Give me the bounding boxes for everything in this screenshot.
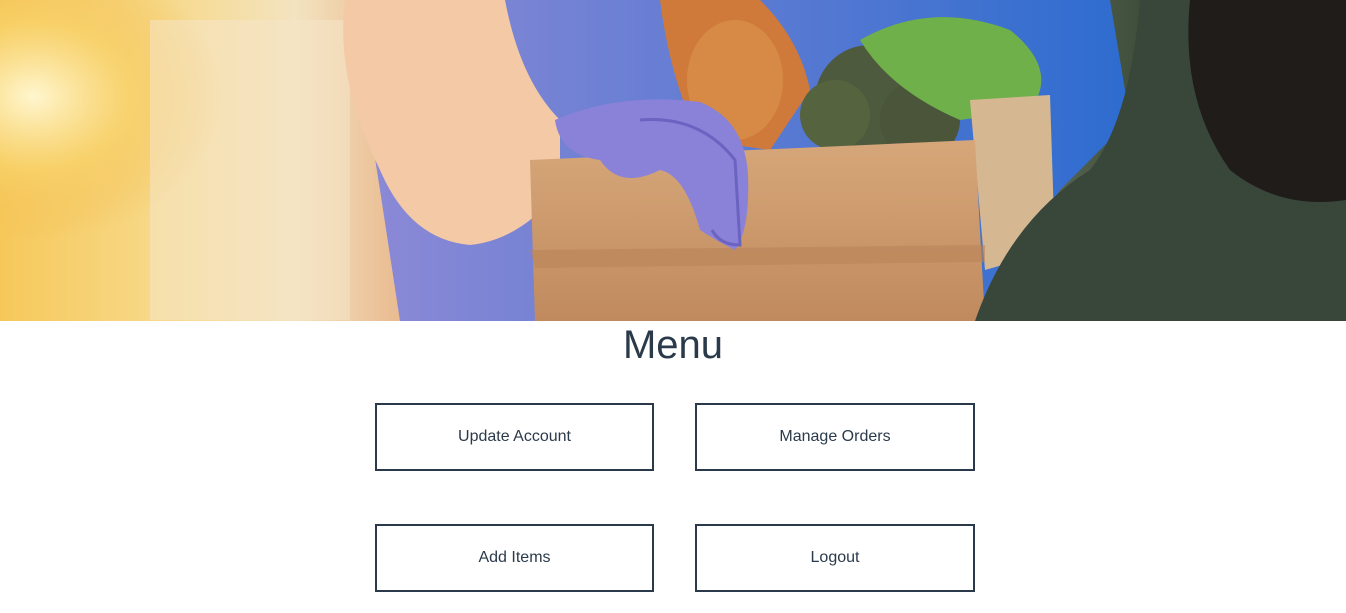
hero-banner-image <box>0 0 1346 321</box>
logout-button[interactable]: Logout <box>695 524 975 592</box>
page-title: Menu <box>622 323 724 367</box>
grocery-delivery-photo <box>0 0 1346 321</box>
update-account-button[interactable]: Update Account <box>375 403 654 471</box>
add-items-button[interactable]: Add Items <box>375 524 654 592</box>
manage-orders-button[interactable]: Manage Orders <box>695 403 975 471</box>
